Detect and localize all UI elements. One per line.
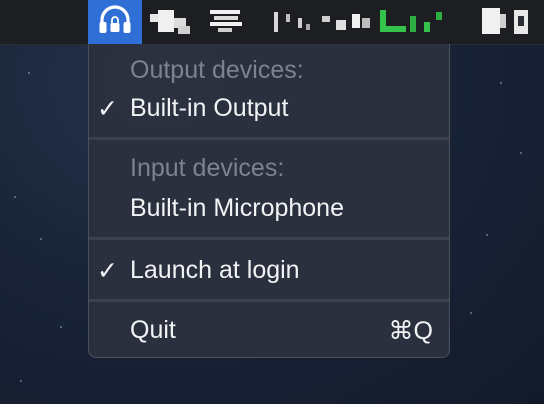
star [40, 238, 42, 240]
star [500, 82, 502, 84]
star [470, 312, 472, 314]
status-icon-5[interactable] [380, 10, 446, 34]
star [28, 72, 30, 74]
menu-item-quit[interactable]: Quit ⌘Q [89, 312, 449, 352]
menu-item-label: Built-in Microphone [130, 194, 344, 222]
star [486, 234, 488, 236]
menu-item-launch-at-login[interactable]: ✓ Launch at login [89, 252, 449, 292]
dropdown-menu: Output devices: ✓ Built-in Output Input … [88, 44, 450, 358]
input-devices-header: Input devices: [130, 154, 285, 182]
star [60, 326, 62, 328]
headphones-menu-button[interactable] [88, 0, 142, 44]
checkmark-icon: ✓ [97, 257, 118, 285]
menu-item-label: Launch at login [130, 256, 300, 284]
headphones-icon [97, 3, 133, 42]
star [20, 380, 22, 382]
star [14, 196, 16, 198]
status-icon-6[interactable] [480, 8, 532, 34]
keyboard-shortcut: ⌘Q [388, 317, 433, 345]
output-devices-header: Output devices: [130, 56, 304, 84]
menu-separator [89, 299, 449, 302]
menu-bar [0, 0, 544, 45]
menu-item-built-in-output[interactable]: ✓ Built-in Output [89, 90, 449, 130]
menu-item-label: Built-in Output [130, 94, 289, 122]
status-icon-4[interactable] [322, 10, 372, 34]
menu-item-built-in-microphone[interactable]: Built-in Microphone [89, 190, 449, 230]
status-icon-3[interactable] [272, 10, 312, 34]
menu-separator [89, 237, 449, 240]
star [520, 152, 522, 154]
status-icon-2[interactable] [210, 10, 252, 34]
menu-item-label: Quit [130, 316, 176, 344]
menu-separator [89, 137, 449, 140]
checkmark-icon: ✓ [97, 95, 118, 123]
status-icon-1[interactable] [150, 10, 192, 34]
